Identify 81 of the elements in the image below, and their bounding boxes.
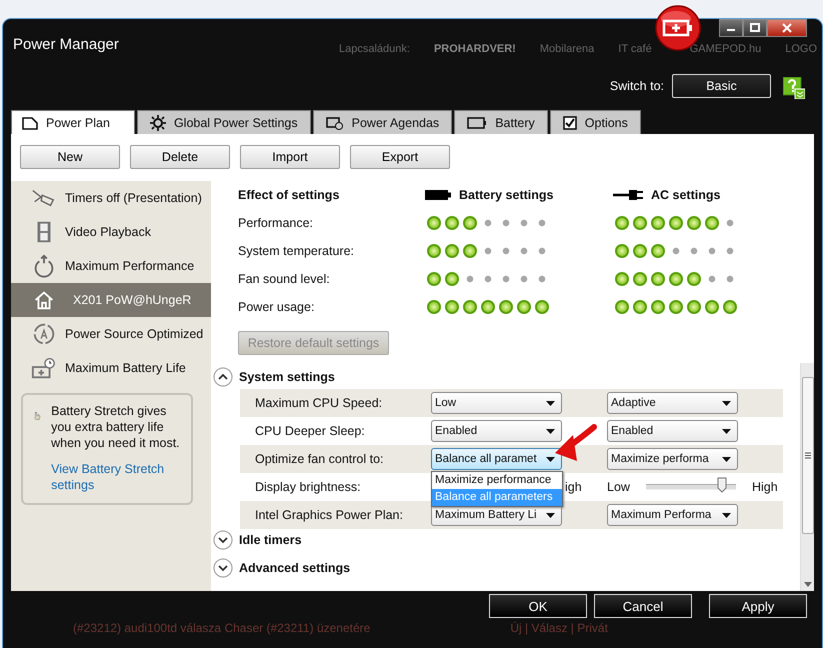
slider-thumb[interactable] [717,477,728,493]
close-button[interactable] [767,19,807,37]
dropdown-arrow-icon [546,456,555,462]
dropdown[interactable]: Enabled [607,420,738,442]
scroll-down-icon[interactable] [804,582,812,587]
plan-item[interactable]: Video Playback [11,215,211,249]
plan-item[interactable]: X201 PoW@hUngeR [11,283,211,317]
dialog-button[interactable]: Apply [709,594,807,618]
setting-label: Display brightness: [254,480,362,494]
dropdown[interactable]: Balance all paramet [431,448,562,470]
battery-icon [425,189,451,201]
minimize-button[interactable] [719,19,743,37]
tab[interactable]: Battery [454,110,548,134]
plan-item[interactable]: Maximum Battery Life [11,351,211,385]
tab[interactable]: Power Plan [11,110,135,134]
tip-text: Battery Stretch gives you extra battery life when you need it most. [51,403,181,451]
setting-label: CPU Deeper Sleep: [254,424,366,438]
dropdown-arrow-icon [546,400,555,406]
dropdown[interactable]: Enabled [431,420,562,442]
effect-label: Performance: [238,216,314,230]
battery-icon [467,116,488,128]
plan-button[interactable]: Delete [130,145,230,169]
section-title: Advanced settings [239,561,350,575]
column-heading: Battery settings [459,188,554,202]
dropdown[interactable]: Maximum Performa [607,504,738,526]
effect-label: Power usage: [238,300,316,314]
battery-clock-icon [31,356,57,380]
slider-high-label: igh [565,480,582,494]
dropdown-arrow-icon [722,400,731,406]
auto-icon [31,322,57,346]
effects-heading: Effect of settings [238,188,340,202]
tab[interactable]: Global Power Settings [136,110,311,134]
help-icon[interactable] [783,76,805,98]
scrollbar[interactable] [800,363,814,591]
background-text: (#23212) audi100td válasza Chaser (#23211) üzenetére [73,621,370,635]
effect-label: System temperature: [238,244,356,258]
checkbox-icon [562,116,577,130]
dropdown-option[interactable]: Maximize performance [432,472,562,489]
dropdown-arrow-icon [722,512,731,518]
plan-button[interactable]: New [20,145,120,169]
background-text: Új | Válasz | Privát [510,621,608,635]
grip-icon [804,452,810,459]
screen-clock-icon [326,116,344,130]
plan-item[interactable]: Timers off (Presentation) [11,181,211,215]
dropdown[interactable]: Adaptive [607,392,738,414]
dropdown-arrow-icon [546,512,555,518]
close-icon [782,23,792,33]
dropdown-arrow-icon [546,428,555,434]
setting-label: Intel Graphics Power Plan: [254,508,404,522]
column-heading: AC settings [651,188,720,202]
basic-button[interactable]: Basic [672,74,771,98]
section-title: Idle timers [239,533,302,547]
effect-label: Fan sound level: [238,272,331,286]
tab[interactable]: Power Agendas [312,110,452,134]
dropdown-arrow-icon [722,456,731,462]
maximize-button[interactable] [743,19,767,37]
dialog-button[interactable]: OK [489,594,587,618]
dropdown[interactable]: Low [431,392,562,414]
plan-button[interactable]: Import [240,145,340,169]
setting-label: Maximum CPU Speed: [254,396,384,410]
setting-label: Optimize fan control to: [254,452,385,466]
slider-high-label: High [752,480,778,494]
switch-label: Switch to: [610,78,664,92]
plan-item[interactable]: Maximum Performance [11,249,211,283]
maximize-icon [750,23,760,33]
chevron-icon[interactable] [213,558,233,578]
dropdown-arrow-icon [722,428,731,434]
document-icon [22,116,38,130]
plan-button[interactable]: Export [350,145,450,169]
plan-item[interactable]: Power Source Optimized [11,317,211,351]
chevron-icon[interactable] [213,530,233,550]
stretch-settings-link[interactable]: View Battery Stretch settings [51,461,185,493]
plug-icon [613,189,643,201]
dropdown[interactable]: Maximize performa [607,448,738,470]
chevron-icon[interactable] [213,367,233,387]
gear-icon [150,114,166,130]
window-title: Power Manager [12,36,120,55]
dialog-button[interactable]: Cancel [594,594,692,618]
tab[interactable]: Options [550,110,641,134]
section-title: System settings [239,370,335,384]
slider-low-label: Low [607,480,630,494]
